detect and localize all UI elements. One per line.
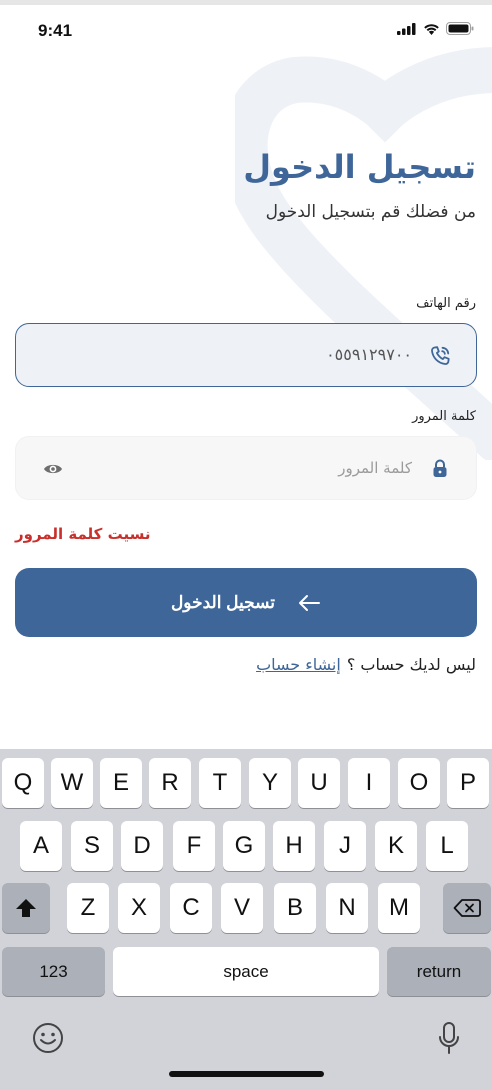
login-button-label: تسجيل الدخول	[170, 592, 276, 612]
page-subtitle: من فضلك قم بتسجيل الدخول	[265, 202, 476, 222]
signup-row: ليس لديك حساب ؟ إنشاء حساب	[256, 655, 476, 674]
key-t[interactable]: T	[199, 758, 241, 808]
key-a[interactable]: A	[20, 821, 62, 871]
key-i[interactable]: I	[348, 758, 390, 808]
key-y[interactable]: Y	[249, 758, 291, 808]
shift-key[interactable]	[2, 883, 50, 933]
phone-label: رقم الهاتف	[416, 296, 476, 311]
key-z[interactable]: Z	[67, 883, 109, 933]
key-l[interactable]: L	[426, 821, 468, 871]
backspace-key[interactable]	[443, 883, 491, 933]
battery-icon	[446, 22, 474, 35]
key-o[interactable]: O	[398, 758, 440, 808]
numbers-key[interactable]: 123	[2, 947, 105, 996]
key-w[interactable]: W	[51, 758, 93, 808]
microphone-icon[interactable]	[437, 1021, 461, 1057]
key-e[interactable]: E	[100, 758, 142, 808]
key-q[interactable]: Q	[2, 758, 44, 808]
key-j[interactable]: J	[324, 821, 366, 871]
key-d[interactable]: D	[121, 821, 163, 871]
key-r[interactable]: R	[149, 758, 191, 808]
backspace-icon	[453, 899, 481, 917]
phone-field[interactable]: ٠٥٥٩١٢٩٧٠٠	[15, 323, 477, 387]
home-indicator	[169, 1071, 324, 1077]
forgot-password-link[interactable]: نسيت كلمة المرور	[15, 525, 150, 543]
phone-icon	[431, 346, 450, 365]
key-b[interactable]: B	[274, 883, 316, 933]
background-heart-icon	[235, 47, 492, 460]
status-time: 9:41	[38, 21, 73, 40]
key-c[interactable]: C	[170, 883, 212, 933]
page-title: تسجيل الدخول	[243, 148, 476, 186]
login-button[interactable]: تسجيل الدخول	[15, 568, 477, 637]
wifi-icon	[424, 23, 439, 35]
key-n[interactable]: N	[326, 883, 368, 933]
key-k[interactable]: K	[375, 821, 417, 871]
key-u[interactable]: U	[298, 758, 340, 808]
key-p[interactable]: P	[447, 758, 489, 808]
password-label: كلمة المرور	[412, 409, 476, 424]
emoji-icon[interactable]	[32, 1022, 64, 1054]
phone-value: ٠٥٥٩١٢٩٧٠٠	[326, 345, 412, 364]
shift-icon	[16, 899, 36, 917]
return-key[interactable]: return	[387, 947, 491, 996]
key-g[interactable]: G	[223, 821, 265, 871]
password-field[interactable]: كلمة المرور	[15, 436, 477, 500]
key-f[interactable]: F	[173, 821, 215, 871]
key-s[interactable]: S	[71, 821, 113, 871]
lock-icon	[433, 459, 447, 477]
cellular-signal-icon	[397, 22, 416, 35]
key-v[interactable]: V	[221, 883, 263, 933]
arrow-left-icon	[299, 594, 321, 611]
keyboard: Q W E R T Y U I O P A S D F G H J K L Z …	[0, 749, 492, 1090]
space-key[interactable]: space	[113, 947, 379, 996]
password-placeholder: كلمة المرور	[338, 459, 412, 477]
no-account-text: ليس لديك حساب ؟	[346, 655, 476, 674]
status-icons	[397, 22, 474, 35]
eye-icon[interactable]	[42, 459, 64, 479]
key-h[interactable]: H	[273, 821, 315, 871]
key-m[interactable]: M	[378, 883, 420, 933]
status-bar: 9:41	[0, 5, 492, 55]
create-account-link[interactable]: إنشاء حساب	[256, 655, 341, 674]
key-x[interactable]: X	[118, 883, 160, 933]
